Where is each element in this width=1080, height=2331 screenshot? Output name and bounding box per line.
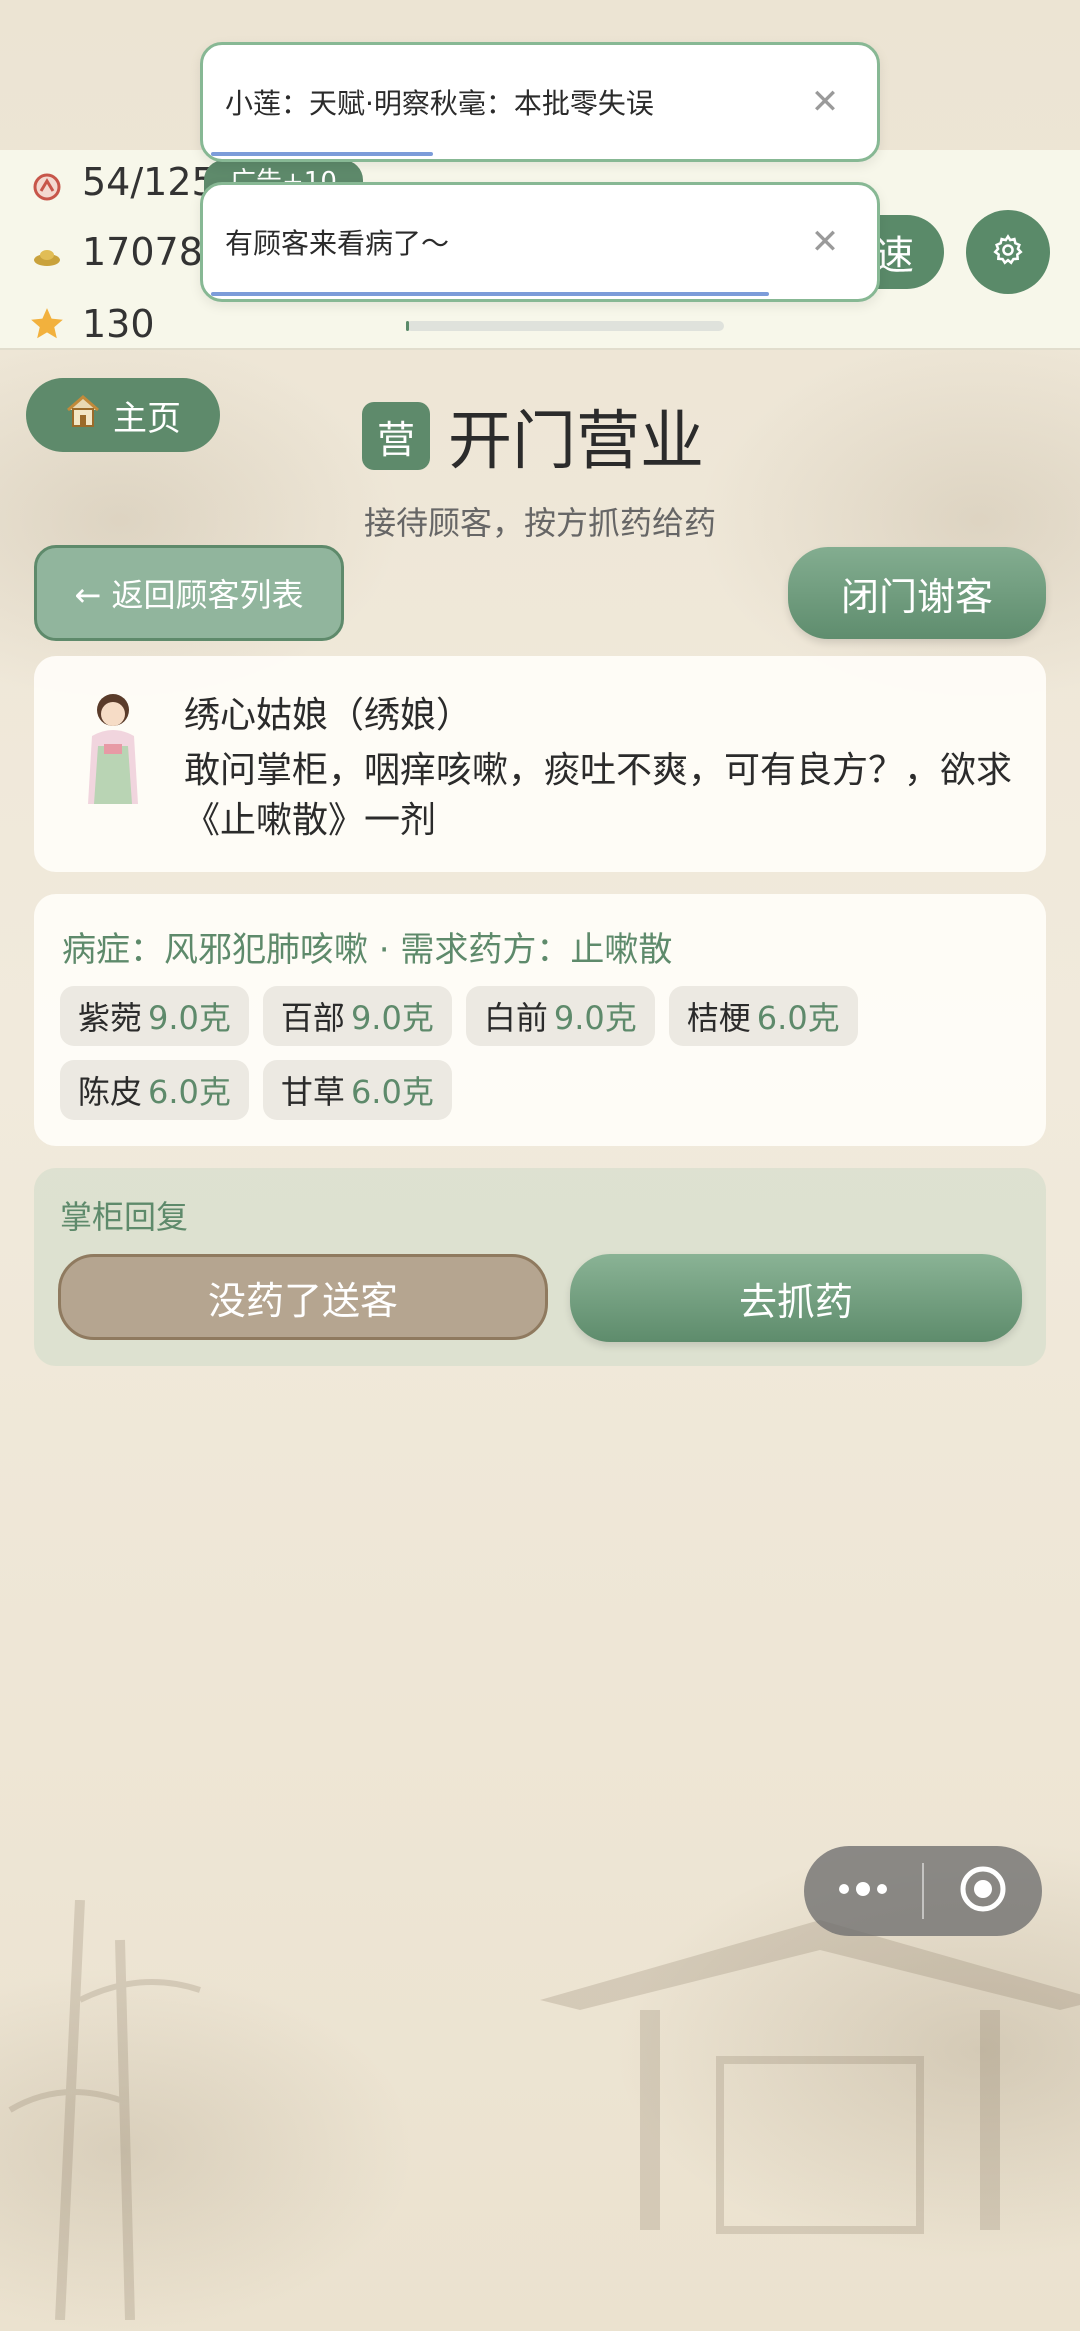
go-grab-medicine-button[interactable]: 去抓药 <box>570 1254 1022 1342</box>
herb-quantity: 9.0克 <box>553 999 637 1037</box>
home-label: 主页 <box>113 398 181 439</box>
title-badge: 营 <box>362 402 430 470</box>
customer-card: 绣心姑娘（绣娘） 敢问掌柜，咽痒咳嗽，痰吐不爽，可有良方？，欲求《止嗽散》一剂 <box>34 656 1046 872</box>
bamboo-illustration <box>8 1900 201 2320</box>
settings-button[interactable] <box>966 210 1050 294</box>
page-title: 开门营业 <box>448 405 704 479</box>
coins-value: 17078 <box>82 230 203 274</box>
herb-quantity: 6.0克 <box>350 1073 434 1111</box>
herb-name: 甘草 <box>280 1073 345 1111</box>
ingot-icon <box>32 237 62 267</box>
page-header: 营 开门营业 <box>362 390 704 482</box>
herb-quantity: 9.0克 <box>350 999 434 1037</box>
herb-chip: 白前 9.0克 <box>465 986 655 1046</box>
herb-name: 桔梗 <box>686 999 751 1037</box>
herb-quantity: 6.0克 <box>756 999 840 1037</box>
herb-chip: 桔梗 6.0克 <box>668 986 858 1046</box>
no-medicine-dismiss-button[interactable]: 没药了送客 <box>58 1254 548 1340</box>
target-circle-icon <box>958 1864 1008 1918</box>
reply-card: 掌柜回复 没药了送客 去抓药 <box>34 1168 1046 1366</box>
exit-button[interactable] <box>924 1864 1042 1918</box>
coins-stat: 17078 <box>32 230 203 274</box>
stars-value: 130 <box>82 302 155 346</box>
close-icon[interactable]: ✕ <box>795 82 855 122</box>
stars-stat: 130 <box>31 302 155 346</box>
herb-name: 百部 <box>280 999 345 1037</box>
herb-chip: 陈皮 6.0克 <box>60 1060 249 1120</box>
star-icon <box>28 305 66 343</box>
more-button[interactable] <box>804 1881 922 1901</box>
herb-name: 紫菀 <box>78 999 143 1037</box>
herb-name: 陈皮 <box>78 1073 143 1111</box>
herb-quantity: 9.0克 <box>148 999 231 1037</box>
toast-customer: 有顾客来看病了～ ✕ <box>200 182 880 302</box>
close-icon[interactable]: ✕ <box>795 222 855 262</box>
more-dots-icon <box>836 1881 890 1901</box>
toast-talent: 小莲：天赋·明察秋毫：本批零失误 ✕ <box>200 42 880 162</box>
energy-value: 54/125 <box>82 160 216 204</box>
toast-text: 有顾客来看病了～ <box>225 227 450 260</box>
herb-name: 白前 <box>483 999 548 1037</box>
back-to-customer-list-button[interactable]: ← 返回顾客列表 <box>34 545 344 641</box>
house-icon <box>65 394 101 437</box>
customer-name: 绣心姑娘（绣娘） <box>184 695 473 736</box>
gear-icon <box>991 233 1025 271</box>
reply-label: 掌柜回复 <box>60 1198 189 1236</box>
energy-stat: 54/125 <box>32 160 216 204</box>
herb-chip: 紫菀 9.0克 <box>60 986 249 1046</box>
prescription-card: 病症：风邪犯肺咳嗽 · 需求药方：止嗽散 紫菀 9.0克 百部 9.0克 白前 9.0… <box>34 894 1046 1146</box>
customer-message: 敢问掌柜，咽痒咳嗽，痰吐不爽，可有良方？，欲求《止嗽散》一剂 <box>184 750 1013 841</box>
herb-chip: 百部 9.0克 <box>262 986 452 1046</box>
speed-label: 速 <box>874 233 914 279</box>
page-subtitle: 接待顾客，按方抓药给药 <box>363 504 716 542</box>
toast-text: 小莲：天赋·明察秋毫：本批零失误 <box>225 87 654 120</box>
herb-quantity: 6.0克 <box>148 1073 231 1111</box>
miniprogram-capsule <box>804 1846 1042 1936</box>
herb-list: 紫菀 9.0克 百部 9.0克 白前 9.0克 桔梗 6.0克 陈皮 6.0克 甘草 6.0… <box>60 986 1020 1120</box>
home-button[interactable]: 主页 <box>26 378 220 452</box>
symptom-summary: 病症：风邪犯肺咳嗽 · 需求药方：止嗽散 <box>62 930 673 970</box>
close-shop-button[interactable]: 闭门谢客 <box>788 547 1046 639</box>
herb-chip: 甘草 6.0克 <box>262 1060 452 1120</box>
loading-progress <box>406 321 724 331</box>
energy-icon <box>32 167 62 201</box>
